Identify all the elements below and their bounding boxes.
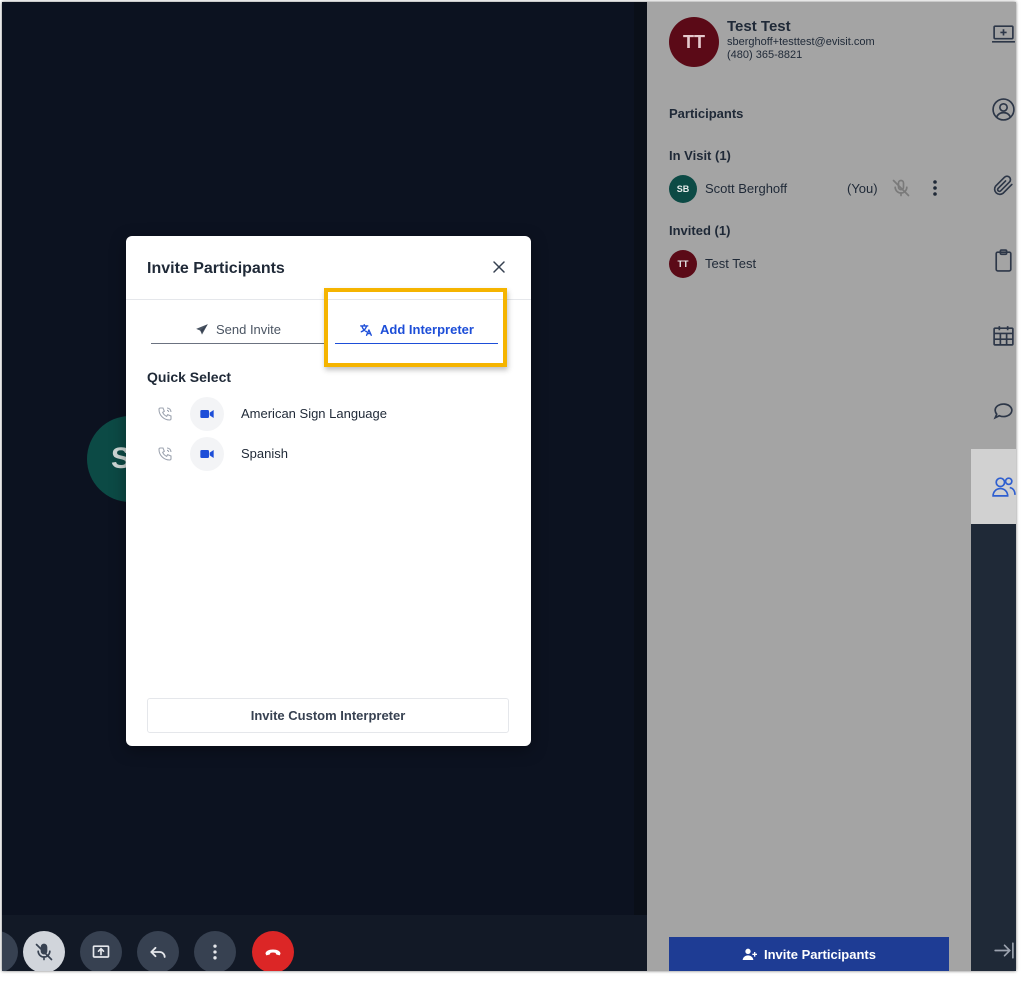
more-vertical-icon <box>213 944 217 960</box>
right-rail <box>971 2 1016 971</box>
app-window: S TT Test Test sberghoff+testtest@evisit… <box>2 2 1016 971</box>
reply-button[interactable] <box>137 931 179 971</box>
end-call-button[interactable] <box>252 931 294 971</box>
more-options-button[interactable] <box>194 931 236 971</box>
modal-title: Invite Participants <box>147 260 285 277</box>
participants-heading: Participants <box>669 106 744 121</box>
calendar-icon[interactable] <box>991 323 1016 348</box>
participant-name: Scott Berghoff <box>705 181 788 196</box>
quick-select-label: Spanish <box>241 446 288 461</box>
invite-participants-modal: Invite Participants Send Invite Add Inte… <box>126 236 531 746</box>
mute-button[interactable] <box>23 931 65 971</box>
list-item: American Sign Language <box>147 397 507 431</box>
paper-plane-icon <box>196 323 208 335</box>
patient-avatar: TT <box>669 17 719 67</box>
close-icon[interactable] <box>490 258 508 276</box>
visit-icon[interactable] <box>991 22 1016 47</box>
invited-avatar: TT <box>669 250 697 278</box>
invite-custom-interpreter-button[interactable]: Invite Custom Interpreter <box>147 698 509 733</box>
chat-icon[interactable] <box>991 398 1016 423</box>
mic-muted-icon <box>892 179 910 197</box>
tab-add-interpreter[interactable]: Add Interpreter <box>335 316 498 344</box>
camera-button[interactable] <box>2 931 18 971</box>
video-call-button[interactable] <box>190 397 224 431</box>
list-item: Spanish <box>147 437 507 471</box>
participants-panel: TT Test Test sberghoff+testtest@evisit.c… <box>647 2 971 971</box>
quick-select-title: Quick Select <box>147 369 232 385</box>
tab-send-invite[interactable]: Send Invite <box>151 316 325 344</box>
patient-email: sberghoff+testtest@evisit.com <box>727 36 875 48</box>
reply-icon <box>150 946 166 958</box>
collapse-icon[interactable] <box>991 938 1016 963</box>
participant-more-icon[interactable] <box>928 178 942 198</box>
profile-icon[interactable] <box>991 97 1016 122</box>
invite-participants-label: Invite Participants <box>764 946 876 962</box>
tab-add-interpreter-label: Add Interpreter <box>380 322 474 337</box>
mic-muted-icon <box>35 943 53 961</box>
translate-icon <box>360 323 372 336</box>
invite-participants-button[interactable]: Invite Participants <box>669 937 949 971</box>
participant-avatar: SB <box>669 175 697 203</box>
participants-icon[interactable] <box>991 474 1016 499</box>
invited-name: Test Test <box>705 256 757 271</box>
video-camera-icon <box>200 450 214 458</box>
attachment-icon[interactable] <box>991 173 1016 198</box>
video-camera-icon <box>200 410 214 418</box>
add-user-icon <box>742 948 757 960</box>
phone-icon[interactable] <box>157 446 173 462</box>
participant-you-tag: (You) <box>847 181 878 196</box>
clipboard-icon[interactable] <box>991 248 1016 273</box>
in-visit-heading: In Visit (1) <box>669 148 731 163</box>
screen-share-icon <box>92 945 110 958</box>
screen-share-button[interactable] <box>80 931 122 971</box>
tab-send-invite-label: Send Invite <box>215 322 282 337</box>
invited-heading: Invited (1) <box>669 223 731 238</box>
phone-icon[interactable] <box>157 406 173 422</box>
call-controls <box>2 915 647 971</box>
quick-select-label: American Sign Language <box>241 406 387 421</box>
end-call-icon <box>265 949 281 956</box>
patient-phone: (480) 365-8821 <box>727 49 803 61</box>
patient-name: Test Test <box>727 18 791 35</box>
video-call-button[interactable] <box>190 437 224 471</box>
